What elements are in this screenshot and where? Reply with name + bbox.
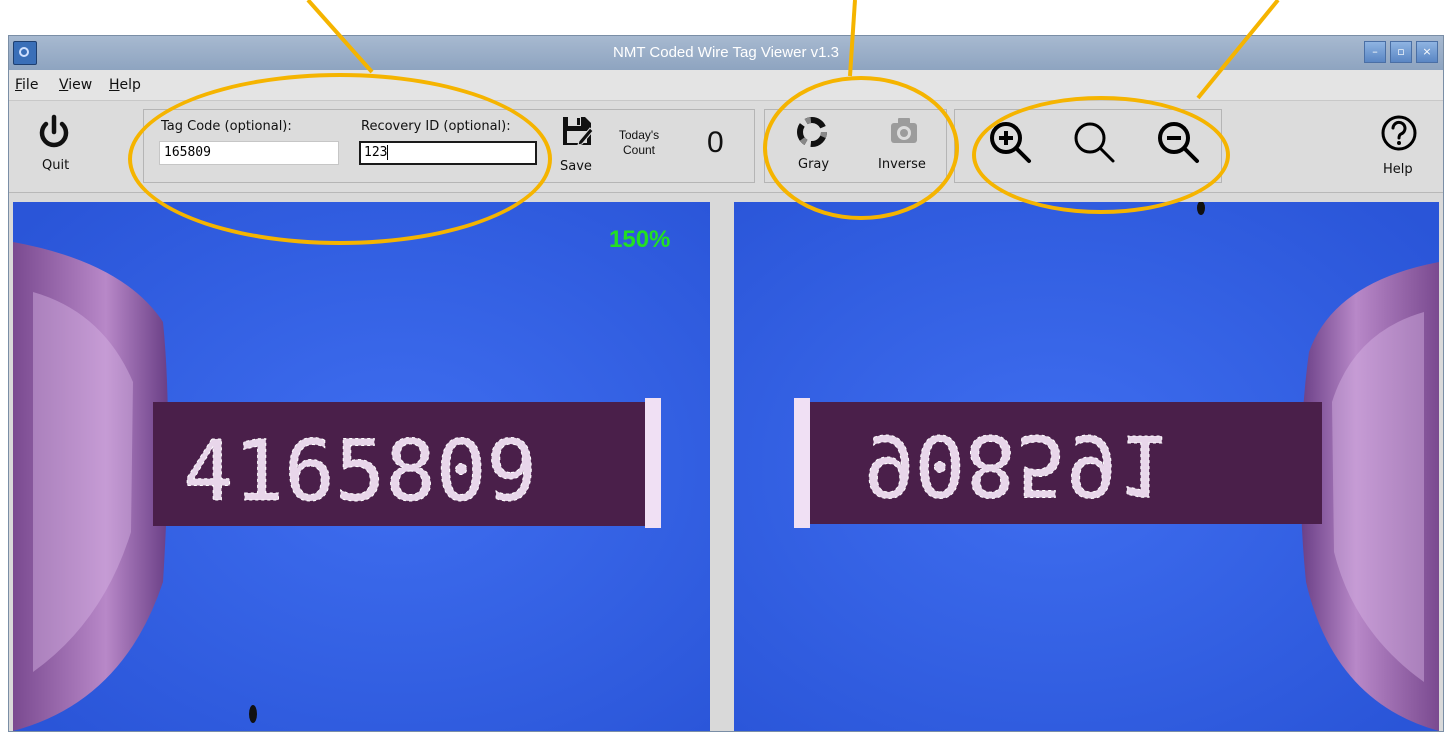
title-bar[interactable]: NMT Coded Wire Tag Viewer v1.3 – ▫ × xyxy=(9,36,1443,70)
quit-button[interactable]: Quit xyxy=(21,109,91,183)
menu-file[interactable]: File xyxy=(15,77,38,93)
quit-label: Quit xyxy=(42,158,70,173)
floppy-save-icon xyxy=(563,117,594,146)
callout-entry-fields xyxy=(128,73,552,245)
callout-zoom-tools xyxy=(972,96,1230,214)
menu-help[interactable]: Help xyxy=(109,77,141,93)
callout-color-tools xyxy=(763,76,959,220)
maximize-button[interactable]: ▫ xyxy=(1390,41,1412,63)
close-button[interactable]: × xyxy=(1416,41,1438,63)
right-tag-image: 908591 xyxy=(734,202,1439,731)
todays-count-value: 0 xyxy=(707,126,724,159)
todays-count-label: Today's Count xyxy=(618,128,660,157)
right-image-view[interactable]: 908591 xyxy=(734,202,1439,731)
save-button[interactable]: Save xyxy=(552,112,602,182)
zoom-level-badge: 150% xyxy=(609,226,671,253)
save-label: Save xyxy=(560,159,592,174)
left-tag-image: 4165809 xyxy=(13,202,710,731)
help-label: Help xyxy=(1383,162,1413,177)
right-tag-code-text: 908591 xyxy=(864,416,1167,514)
power-icon xyxy=(39,114,69,148)
window-title: NMT Coded Wire Tag Viewer v1.3 xyxy=(613,44,839,61)
left-tag-code-text: 4165809 xyxy=(183,422,537,520)
minimize-button[interactable]: – xyxy=(1364,41,1386,63)
help-circle-icon xyxy=(1381,115,1417,151)
menu-view[interactable]: View xyxy=(59,77,92,93)
help-button[interactable]: Help xyxy=(1369,109,1429,183)
left-image-view[interactable]: 4165809 150% xyxy=(13,202,710,731)
